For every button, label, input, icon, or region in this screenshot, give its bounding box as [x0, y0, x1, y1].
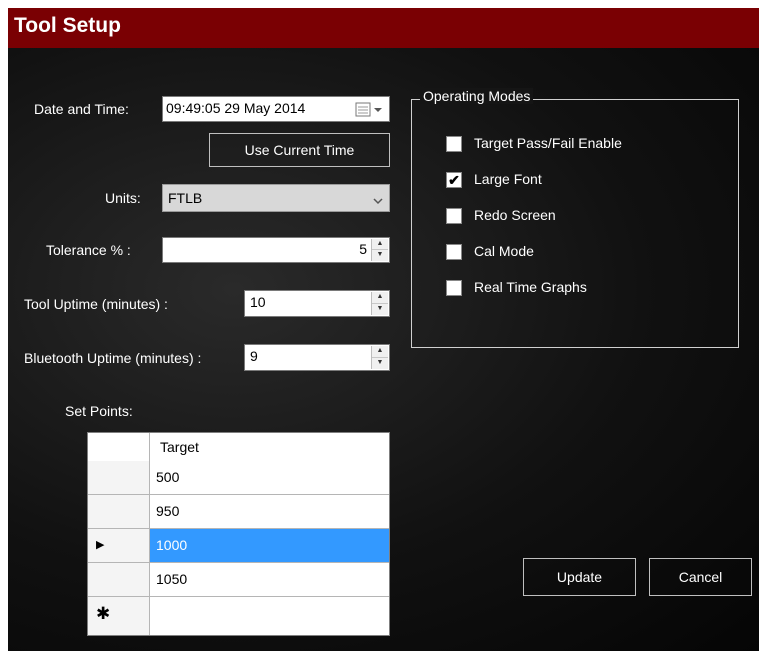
calendar-dropdown-icon[interactable] — [355, 102, 385, 117]
target-pass-fail-label[interactable]: Target Pass/Fail Enable — [474, 135, 622, 151]
units-value: FTLB — [168, 190, 203, 206]
table-row[interactable]: 950 — [149, 495, 389, 529]
row-header[interactable] — [88, 461, 149, 495]
tolerance-spinner[interactable]: ▲ ▼ — [371, 239, 388, 261]
new-row-icon: ✱ — [96, 604, 111, 623]
tool-uptime-input[interactable]: 10 ▲ ▼ — [244, 290, 390, 317]
bluetooth-uptime-input[interactable]: 9 ▲ ▼ — [244, 344, 390, 371]
redo-screen-checkbox[interactable] — [446, 208, 462, 224]
operating-modes-title: Operating Modes — [420, 88, 534, 104]
tool-uptime-spinner[interactable]: ▲ ▼ — [371, 292, 388, 315]
tool-setup-window: Tool Setup Date and Time: 09:49:05 29 Ma… — [8, 8, 759, 651]
spin-down-icon[interactable]: ▼ — [372, 304, 388, 316]
setpoint-cell: 950 — [156, 503, 180, 519]
tool-uptime-value: 10 — [250, 294, 266, 310]
use-current-time-button[interactable]: Use Current Time — [209, 133, 390, 167]
tolerance-label: Tolerance % : — [46, 242, 131, 258]
update-button[interactable]: Update — [523, 558, 636, 596]
target-column-header-label: Target — [160, 439, 199, 455]
row-header[interactable] — [88, 495, 149, 529]
spin-up-icon[interactable]: ▲ — [372, 292, 388, 304]
window-title: Tool Setup — [14, 14, 121, 37]
tolerance-input[interactable]: 5 ▲ ▼ — [162, 237, 390, 263]
setpoint-cell: 1050 — [156, 571, 188, 587]
date-time-picker[interactable]: 09:49:05 29 May 2014 — [162, 96, 390, 122]
target-pass-fail-checkbox[interactable] — [446, 136, 462, 152]
chevron-down-icon — [373, 193, 383, 209]
bluetooth-uptime-value: 9 — [250, 348, 258, 364]
date-time-label: Date and Time: — [34, 101, 129, 117]
real-time-graphs-label[interactable]: Real Time Graphs — [474, 279, 587, 295]
row-header[interactable]: ✱ — [88, 597, 149, 635]
tool-uptime-label: Tool Uptime (minutes) : — [24, 296, 168, 312]
row-header[interactable] — [88, 563, 149, 597]
target-column-header[interactable]: Target — [149, 433, 389, 461]
current-row-icon: ▶ — [96, 539, 105, 551]
new-row[interactable] — [149, 597, 389, 635]
table-row[interactable]: 1050 — [149, 563, 389, 597]
set-points-grid[interactable]: Target 500 950 ▶ 1000 1050 ✱ — [87, 432, 390, 636]
setpoint-cell: 1000 — [156, 537, 188, 553]
grid-header: Target — [88, 433, 389, 462]
real-time-graphs-checkbox[interactable] — [446, 280, 462, 296]
bluetooth-uptime-label: Bluetooth Uptime (minutes) : — [24, 350, 202, 366]
row-header[interactable]: ▶ — [88, 529, 149, 563]
units-select[interactable]: FTLB — [162, 184, 390, 212]
units-label: Units: — [105, 190, 141, 206]
table-row-selected[interactable]: 1000 — [149, 529, 389, 563]
table-row[interactable]: 500 — [149, 461, 389, 495]
tolerance-value: 5 — [359, 241, 367, 257]
settings-panel: Date and Time: 09:49:05 29 May 2014 Use … — [8, 48, 759, 651]
spin-up-icon[interactable]: ▲ — [372, 346, 388, 358]
spin-up-icon[interactable]: ▲ — [372, 239, 388, 250]
cal-mode-checkbox[interactable] — [446, 244, 462, 260]
bluetooth-uptime-spinner[interactable]: ▲ ▼ — [371, 346, 388, 369]
set-points-label: Set Points: — [65, 403, 133, 419]
setpoint-cell: 500 — [156, 469, 180, 485]
large-font-label[interactable]: Large Font — [474, 171, 542, 187]
redo-screen-label[interactable]: Redo Screen — [474, 207, 556, 223]
spin-down-icon[interactable]: ▼ — [372, 358, 388, 370]
cancel-button[interactable]: Cancel — [649, 558, 752, 596]
check-icon: ✔ — [448, 172, 460, 188]
cal-mode-label[interactable]: Cal Mode — [474, 243, 534, 259]
spin-down-icon[interactable]: ▼ — [372, 250, 388, 261]
date-time-value: 09:49:05 29 May 2014 — [166, 100, 306, 116]
large-font-checkbox[interactable]: ✔ — [446, 172, 462, 188]
title-bar: Tool Setup — [8, 8, 759, 50]
